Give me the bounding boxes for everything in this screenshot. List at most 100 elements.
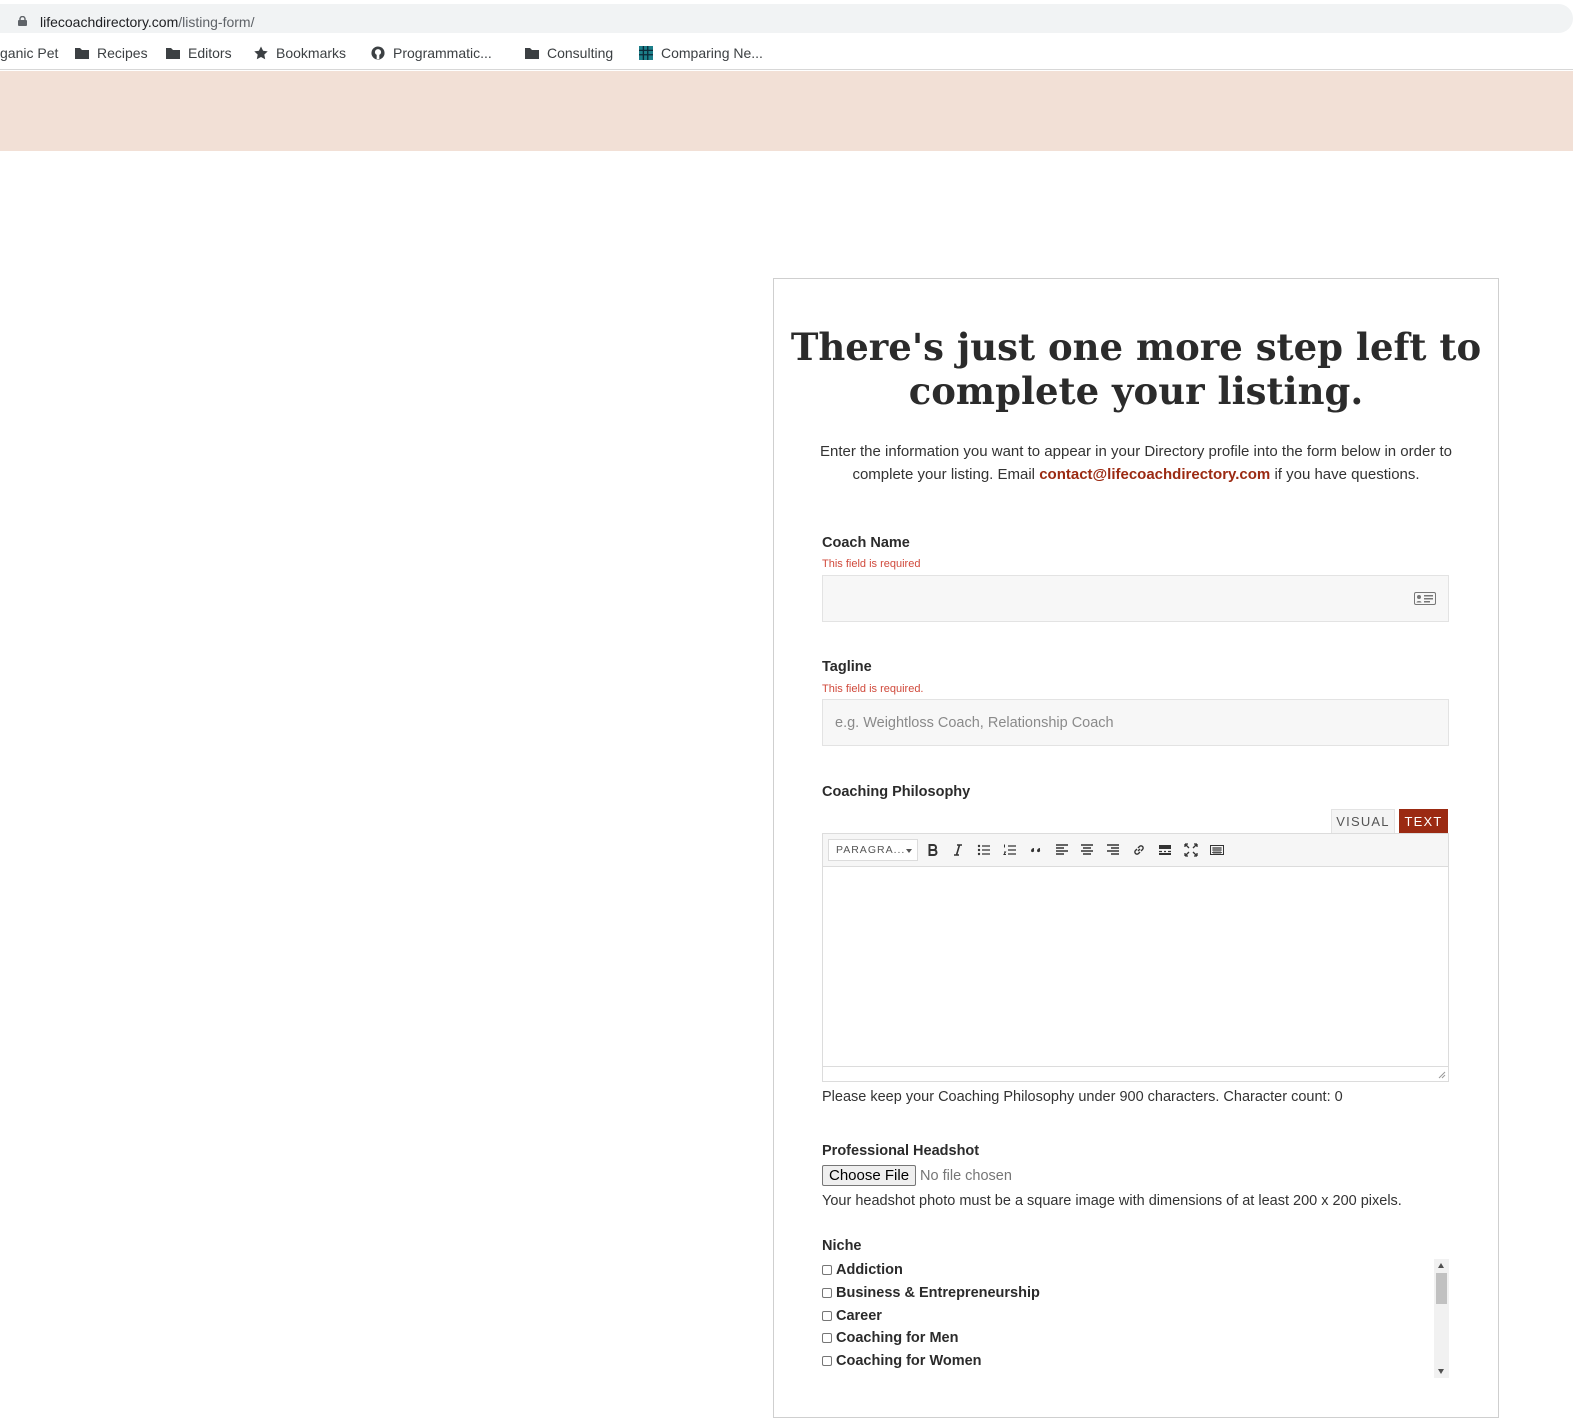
checkbox[interactable] bbox=[822, 1356, 832, 1367]
niche-option[interactable]: Coaching for Women bbox=[822, 1350, 1449, 1373]
bookmark-programmatic[interactable]: Programmatic... bbox=[370, 44, 492, 62]
scrollbar-thumb[interactable] bbox=[1436, 1273, 1447, 1304]
read-more-icon bbox=[1159, 845, 1171, 855]
align-left-button[interactable] bbox=[1051, 840, 1073, 860]
lock-icon bbox=[18, 16, 27, 26]
checkbox[interactable] bbox=[822, 1265, 832, 1276]
headshot-label: Professional Headshot bbox=[822, 1143, 980, 1159]
coach-name-label: Coach Name bbox=[822, 535, 910, 551]
toolbar-toggle-button[interactable] bbox=[1206, 840, 1228, 860]
bullet-list-icon bbox=[977, 844, 990, 856]
numbered-list-icon bbox=[1003, 844, 1016, 855]
insert-link-button[interactable] bbox=[1128, 840, 1150, 860]
tagline-input[interactable] bbox=[823, 700, 1448, 745]
intro-text-end: if you have questions. bbox=[1270, 466, 1420, 483]
italic-icon bbox=[954, 844, 962, 856]
tab-text[interactable]: TEXT bbox=[1399, 809, 1448, 833]
fullscreen-icon bbox=[1184, 843, 1198, 857]
coach-name-input[interactable] bbox=[823, 576, 1448, 621]
coaching-philosophy-label: Coaching Philosophy bbox=[822, 784, 971, 800]
contact-email-link[interactable]: contact@lifecoachdirectory.com bbox=[1039, 466, 1270, 483]
bookmark-label: ganic Pet bbox=[0, 45, 59, 61]
coach-name-error: This field is required bbox=[822, 558, 921, 570]
folder-icon bbox=[525, 48, 539, 59]
checkbox[interactable] bbox=[822, 1333, 832, 1344]
editor-status-bar bbox=[823, 1066, 1448, 1081]
bookmark-recipes[interactable]: Recipes bbox=[74, 44, 148, 62]
align-center-icon bbox=[1081, 844, 1093, 855]
numbered-list-button[interactable] bbox=[999, 840, 1021, 860]
address-bar[interactable]: lifecoachdirectory.com/listing-form/ bbox=[0, 4, 1573, 33]
browser-url-bar: lifecoachdirectory.com/listing-form/ bbox=[0, 0, 1573, 36]
bookmark-label: Comparing Ne... bbox=[661, 45, 763, 61]
bookmark-editors[interactable]: Editors bbox=[165, 44, 232, 62]
github-icon bbox=[371, 46, 385, 60]
align-right-button[interactable] bbox=[1102, 840, 1124, 860]
link-icon bbox=[1134, 845, 1144, 855]
coaching-philosophy-editor: PARAGRA... bbox=[822, 833, 1449, 1082]
folder-icon bbox=[166, 48, 180, 59]
resize-grip-icon[interactable] bbox=[1438, 1071, 1446, 1079]
form-intro: Enter the information you want to appear… bbox=[814, 440, 1458, 486]
align-center-button[interactable] bbox=[1076, 840, 1098, 860]
choose-file-button[interactable]: Choose File bbox=[822, 1165, 917, 1186]
niche-checkbox-list: Addiction Business & Entrepreneurship Ca… bbox=[822, 1259, 1449, 1378]
niche-option-label: Career bbox=[836, 1307, 882, 1324]
niche-option-label: Business & Entrepreneurship bbox=[836, 1285, 1040, 1302]
blockquote-button[interactable] bbox=[1025, 840, 1047, 860]
url-text[interactable]: lifecoachdirectory.com/listing-form/ bbox=[40, 14, 254, 30]
niche-scrollbar[interactable] bbox=[1434, 1259, 1449, 1378]
url-path: /listing-form/ bbox=[178, 14, 255, 30]
checkbox[interactable] bbox=[822, 1310, 832, 1321]
tagline-error: This field is required. bbox=[822, 683, 924, 695]
philosophy-text-area[interactable] bbox=[823, 868, 1448, 1066]
star-icon bbox=[254, 46, 268, 60]
bookmark-organic-pet[interactable]: ganic Pet bbox=[0, 44, 58, 62]
site-header-banner bbox=[0, 71, 1573, 151]
contact-card-icon[interactable] bbox=[1414, 592, 1436, 605]
listing-form-card: There's just one more step left to compl… bbox=[773, 278, 1499, 1418]
bookmark-comparing[interactable]: Comparing Ne... bbox=[638, 44, 763, 62]
fullscreen-button[interactable] bbox=[1180, 840, 1202, 860]
read-more-button[interactable] bbox=[1154, 840, 1176, 860]
niche-option[interactable]: Addiction bbox=[822, 1259, 1449, 1282]
bookmarks-bar: ganic Pet Recipes Editors Bookmarks Prog… bbox=[0, 36, 1573, 70]
scroll-up-arrow-icon[interactable] bbox=[1438, 1263, 1444, 1268]
tagline-label: Tagline bbox=[822, 659, 872, 675]
bold-button[interactable] bbox=[922, 840, 944, 860]
bold-icon bbox=[928, 844, 938, 856]
coach-name-field bbox=[822, 575, 1449, 622]
niche-option-label: Addiction bbox=[836, 1262, 903, 1279]
bookmark-label: Programmatic... bbox=[393, 45, 492, 61]
niche-option[interactable]: Career bbox=[822, 1304, 1449, 1327]
niche-option[interactable]: Coaching for Men bbox=[822, 1327, 1449, 1350]
paragraph-format-select[interactable]: PARAGRA... bbox=[828, 839, 918, 861]
checkbox[interactable] bbox=[822, 1288, 832, 1299]
italic-button[interactable] bbox=[947, 840, 969, 860]
bookmark-consulting[interactable]: Consulting bbox=[524, 44, 613, 62]
niche-option-label: Coaching for Men bbox=[836, 1330, 959, 1347]
keyboard-icon bbox=[1210, 845, 1224, 855]
bookmark-label: Recipes bbox=[97, 45, 148, 61]
quote-icon bbox=[1031, 848, 1041, 853]
editor-mode-tabs: VISUAL TEXT bbox=[1331, 809, 1448, 833]
folder-icon bbox=[75, 48, 89, 59]
niche-option[interactable]: Business & Entrepreneurship bbox=[822, 1282, 1449, 1305]
scroll-down-arrow-icon[interactable] bbox=[1438, 1369, 1444, 1374]
bullet-list-button[interactable] bbox=[973, 840, 995, 860]
grid-site-icon bbox=[639, 46, 653, 60]
bookmark-label: Bookmarks bbox=[276, 45, 347, 61]
headshot-file-input: Choose File No file chosen bbox=[822, 1165, 1012, 1186]
format-select-value: PARAGRA... bbox=[836, 844, 906, 856]
headshot-help: Your headshot photo must be a square ima… bbox=[822, 1193, 1402, 1209]
philosophy-char-count: Please keep your Coaching Philosophy und… bbox=[822, 1089, 1343, 1105]
bookmark-bookmarks[interactable]: Bookmarks bbox=[253, 44, 346, 62]
url-domain: lifecoachdirectory.com bbox=[40, 14, 179, 30]
niche-option-label: Coaching for Women bbox=[836, 1353, 982, 1370]
tagline-field bbox=[822, 699, 1449, 746]
bookmark-label: Editors bbox=[188, 45, 232, 61]
chevron-down-icon bbox=[906, 849, 912, 853]
tab-visual[interactable]: VISUAL bbox=[1331, 809, 1395, 833]
editor-toolbar: PARAGRA... bbox=[823, 834, 1448, 867]
niche-label: Niche bbox=[822, 1238, 862, 1254]
